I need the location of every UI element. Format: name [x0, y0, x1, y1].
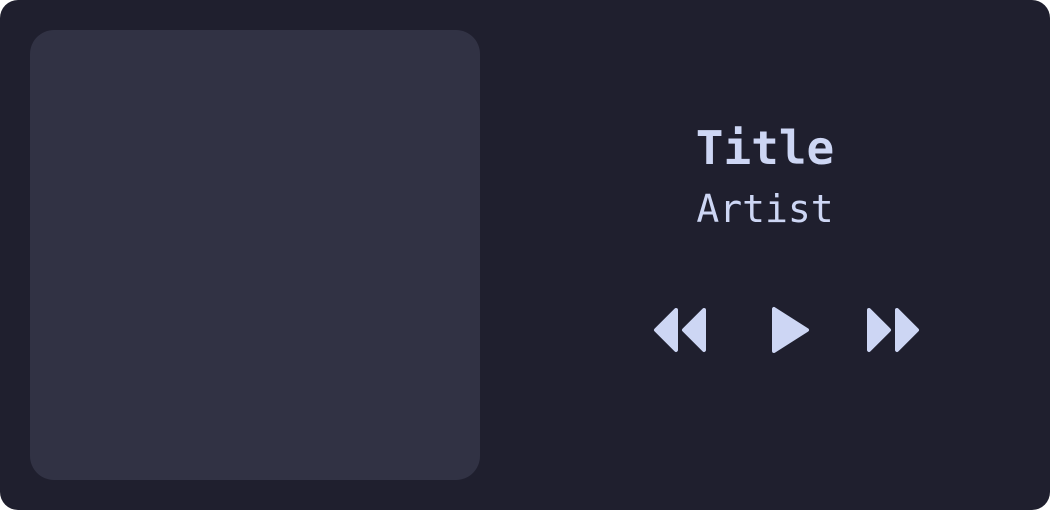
playback-controls — [480, 300, 1050, 360]
play-icon — [772, 307, 809, 353]
album-cover — [30, 30, 480, 480]
fast-forward-icon — [867, 308, 919, 352]
track-artist: Artist — [696, 187, 834, 231]
next-button[interactable] — [863, 300, 923, 360]
track-info-panel: Title Artist — [480, 0, 1050, 510]
track-title: Title — [695, 121, 835, 175]
music-player: Title Artist — [0, 0, 1050, 510]
rewind-icon — [654, 308, 706, 352]
previous-button[interactable] — [650, 300, 710, 360]
play-button[interactable] — [765, 300, 815, 360]
